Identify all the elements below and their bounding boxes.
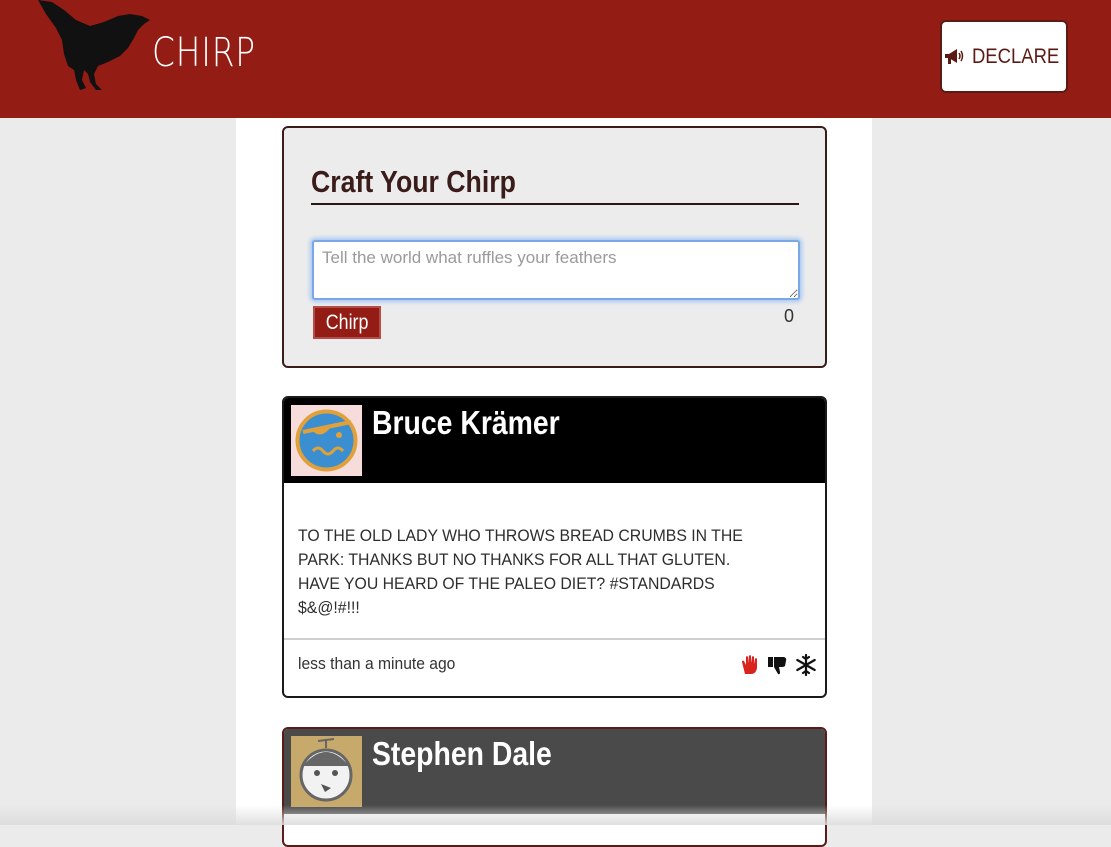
- snowflake-icon[interactable]: [795, 654, 817, 676]
- chirp-textarea[interactable]: [312, 240, 800, 300]
- app-title[interactable]: CHIRP: [152, 30, 256, 76]
- declare-button[interactable]: DECLARE: [940, 20, 1068, 93]
- bird-logo-icon[interactable]: [38, 0, 153, 94]
- chirp-post: Stephen Dale: [282, 727, 827, 847]
- author-avatar[interactable]: [291, 405, 362, 476]
- composer-title: Craft Your Chirp: [311, 164, 516, 199]
- post-header: Stephen Dale: [284, 729, 825, 814]
- title-divider: [311, 203, 799, 205]
- post-footer: less than a minute ago: [284, 638, 825, 696]
- chirp-submit-label: Chirp: [325, 310, 369, 334]
- author-avatar[interactable]: [291, 736, 362, 807]
- chirp-composer: Craft Your Chirp Chirp 0: [282, 126, 827, 368]
- megaphone-icon: [944, 48, 964, 64]
- post-text: TO THE OLD LADY WHO THROWS BREAD CRUMBS …: [298, 526, 743, 617]
- chirp-submit-button[interactable]: Chirp: [313, 306, 381, 339]
- thumbs-down-icon[interactable]: [767, 654, 789, 676]
- hand-stop-icon[interactable]: [739, 654, 761, 676]
- post-header: Bruce Krämer: [284, 398, 825, 483]
- top-bar: CHIRP DECLARE: [0, 0, 1111, 118]
- character-counter: 0: [784, 306, 795, 326]
- author-name[interactable]: Stephen Dale: [372, 735, 552, 773]
- declare-label: DECLARE: [971, 44, 1060, 68]
- post-timestamp: less than a minute ago: [298, 654, 456, 673]
- chirp-post: Bruce Krämer TO THE OLD LADY WHO THROWS …: [282, 396, 827, 698]
- scroll-fade: [0, 805, 1111, 825]
- post-actions: [739, 654, 817, 676]
- author-name[interactable]: Bruce Krämer: [372, 404, 560, 442]
